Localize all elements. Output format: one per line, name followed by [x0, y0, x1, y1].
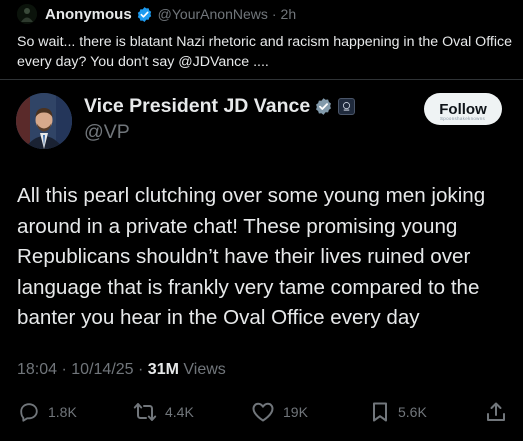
reply-icon [20, 403, 38, 422]
meta-separator: · [271, 6, 277, 22]
post-meta: 18:04 · 10/14/25 · 31M Views [17, 361, 226, 379]
quoted-author-avatar[interactable] [17, 4, 37, 24]
post-time[interactable]: 18:04 [17, 361, 57, 378]
reply-button[interactable]: 1.8K [18, 398, 77, 426]
government-affiliation-icon[interactable] [338, 98, 356, 115]
meta-separator: · [138, 361, 144, 378]
gray-verified-badge-icon [316, 98, 332, 115]
views-label: Views [183, 361, 226, 378]
quoted-post-header: Anonymous @YourAnonNews · 2h [17, 3, 296, 25]
quoted-author-name[interactable]: Anonymous [45, 6, 132, 23]
author-handle[interactable]: @VP [84, 121, 130, 144]
repost-count: 4.4K [165, 404, 194, 420]
share-button[interactable] [485, 398, 507, 426]
share-icon [487, 402, 505, 421]
author-name-row: Vice President JD Vance [84, 95, 356, 118]
action-bar: 1.8K 4.4K 19K 5.6K [0, 398, 523, 426]
like-count: 19K [283, 404, 308, 420]
bookmark-count: 5.6K [398, 404, 427, 420]
quoted-author-handle[interactable]: @YourAnonNews [158, 6, 268, 22]
heart-icon [252, 402, 274, 422]
quoted-post-time[interactable]: 2h [281, 6, 297, 22]
post-text: All this pearl clutching over some young… [17, 184, 486, 329]
post-date[interactable]: 10/14/25 [71, 361, 133, 378]
repost-button[interactable]: 4.4K [133, 398, 194, 426]
author-name[interactable]: Vice President JD Vance [84, 95, 310, 118]
views-count: 31M [147, 361, 179, 378]
reply-count: 1.8K [48, 404, 77, 420]
meta-separator: · [61, 361, 67, 378]
follow-sublabel: Spoonshakeknowns [440, 116, 486, 121]
verified-badge-icon [137, 6, 151, 22]
quoted-post-text: So wait... there is blatant Nazi rhetori… [17, 34, 512, 70]
author-avatar[interactable] [16, 93, 72, 149]
bookmark-button[interactable]: 5.6K [370, 398, 427, 426]
divider [0, 79, 523, 80]
repost-icon [133, 403, 157, 421]
like-button[interactable]: 19K [251, 398, 308, 426]
bookmark-icon [373, 402, 387, 422]
